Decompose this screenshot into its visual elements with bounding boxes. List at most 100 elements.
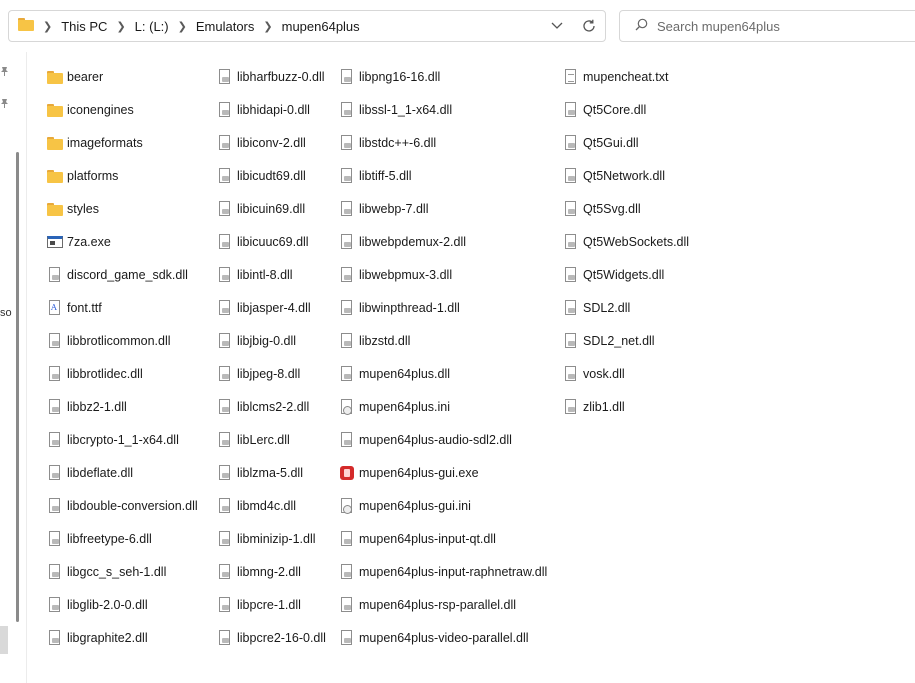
folder-item[interactable]: platforms — [47, 165, 118, 187]
file-name: libpng16-16.dll — [359, 70, 441, 84]
file-name: Qt5Network.dll — [583, 169, 665, 183]
exe-file-icon — [47, 234, 63, 250]
file-item[interactable]: liblzma-5.dll — [217, 462, 303, 484]
file-item[interactable]: libwebp-7.dll — [339, 198, 428, 220]
file-item[interactable]: libbrotlicommon.dll — [47, 330, 171, 352]
file-item[interactable]: libminizip-1.dll — [217, 528, 316, 550]
file-item[interactable]: libjasper-4.dll — [217, 297, 311, 319]
file-item[interactable]: libgcc_s_seh-1.dll — [47, 561, 166, 583]
file-item[interactable]: libpcre2-16-0.dll — [217, 627, 326, 649]
file-name: Qt5WebSockets.dll — [583, 235, 690, 249]
file-item[interactable]: libdouble-conversion.dll — [47, 495, 198, 517]
folder-item[interactable]: styles — [47, 198, 99, 220]
file-item[interactable]: libwebpmux-3.dll — [339, 264, 452, 286]
file-name: libwebpdemux-2.dll — [359, 235, 467, 249]
file-item[interactable]: mupen64plus-gui.ini — [339, 495, 471, 517]
folder-item[interactable]: iconengines — [47, 99, 134, 121]
file-name: mupencheat.txt — [583, 70, 669, 84]
file-item[interactable]: libmng-2.dll — [217, 561, 301, 583]
file-name: libjpeg-8.dll — [237, 367, 301, 381]
file-item[interactable]: libjbig-0.dll — [217, 330, 296, 352]
file-name: libharfbuzz-0.dll — [237, 70, 325, 84]
folder-icon — [47, 102, 63, 118]
dll-file-icon — [217, 102, 233, 118]
file-name: libicuuc69.dll — [237, 235, 309, 249]
file-item[interactable]: SDL2.dll — [563, 297, 630, 319]
file-name: libgraphite2.dll — [67, 631, 148, 645]
file-item[interactable]: vosk.dll — [563, 363, 625, 385]
dll-file-icon — [217, 201, 233, 217]
file-item[interactable]: libpng16-16.dll — [339, 66, 440, 88]
file-item[interactable]: SDL2_net.dll — [563, 330, 655, 352]
file-item[interactable]: mupencheat.txt — [563, 66, 668, 88]
dll-file-icon — [339, 234, 355, 250]
file-name: libzstd.dll — [359, 334, 411, 348]
file-item[interactable]: mupen64plus-video-parallel.dll — [339, 627, 529, 649]
file-item[interactable]: libcrypto-1_1-x64.dll — [47, 429, 179, 451]
dll-file-icon — [217, 300, 233, 316]
file-list: bearer iconengines imageformats platforms st… — [0, 0, 915, 683]
file-item[interactable]: libicuuc69.dll — [217, 231, 309, 253]
dll-file-icon — [339, 432, 355, 448]
file-item[interactable]: libzstd.dll — [339, 330, 410, 352]
file-name: libpcre2-16-0.dll — [237, 631, 326, 645]
file-name: discord_game_sdk.dll — [67, 268, 188, 282]
file-item[interactable]: libssl-1_1-x64.dll — [339, 99, 452, 121]
file-item[interactable]: Qt5Gui.dll — [563, 132, 639, 154]
file-item[interactable]: libicudt69.dll — [217, 165, 306, 187]
file-item[interactable]: mupen64plus.ini — [339, 396, 450, 418]
dll-file-icon — [339, 597, 355, 613]
folder-icon — [47, 168, 63, 184]
file-item[interactable]: 7za.exe — [47, 231, 111, 253]
file-item[interactable]: libiconv-2.dll — [217, 132, 306, 154]
file-item[interactable]: mupen64plus-rsp-parallel.dll — [339, 594, 516, 616]
file-name: libicudt69.dll — [237, 169, 306, 183]
file-item[interactable]: liblcms2-2.dll — [217, 396, 309, 418]
file-item[interactable]: libLerc.dll — [217, 429, 290, 451]
dll-file-icon — [47, 267, 63, 283]
file-name: mupen64plus-rsp-parallel.dll — [359, 598, 517, 612]
file-name: libcrypto-1_1-x64.dll — [67, 433, 179, 447]
file-name: libhidapi-0.dll — [237, 103, 310, 117]
file-name: libdeflate.dll — [67, 466, 134, 480]
dll-file-icon — [563, 366, 579, 382]
dll-file-icon — [217, 597, 233, 613]
file-item[interactable]: libwebpdemux-2.dll — [339, 231, 466, 253]
file-item[interactable]: libstdc++-6.dll — [339, 132, 436, 154]
file-item[interactable]: libtiff-5.dll — [339, 165, 412, 187]
file-item[interactable]: libdeflate.dll — [47, 462, 133, 484]
file-item[interactable]: libmd4c.dll — [217, 495, 296, 517]
file-name: liblcms2-2.dll — [237, 400, 310, 414]
file-item[interactable]: libjpeg-8.dll — [217, 363, 300, 385]
file-item[interactable]: libintl-8.dll — [217, 264, 293, 286]
file-item[interactable]: Qt5Widgets.dll — [563, 264, 664, 286]
folder-item[interactable]: imageformats — [47, 132, 143, 154]
file-item[interactable]: mupen64plus-audio-sdl2.dll — [339, 429, 512, 451]
file-item[interactable]: Qt5Core.dll — [563, 99, 646, 121]
file-item[interactable]: libgraphite2.dll — [47, 627, 148, 649]
file-item[interactable]: mupen64plus-input-qt.dll — [339, 528, 496, 550]
dll-file-icon — [339, 201, 355, 217]
file-item[interactable]: mupen64plus-input-raphnetraw.dll — [339, 561, 547, 583]
file-item[interactable]: libglib-2.0-0.dll — [47, 594, 148, 616]
file-item[interactable]: mupen64plus.dll — [339, 363, 450, 385]
file-item[interactable]: libwinpthread-1.dll — [339, 297, 460, 319]
folder-icon — [47, 69, 63, 85]
file-item[interactable]: Qt5WebSockets.dll — [563, 231, 689, 253]
file-item[interactable]: mupen64plus-gui.exe — [339, 462, 479, 484]
file-item[interactable]: libfreetype-6.dll — [47, 528, 152, 550]
file-item[interactable]: font.ttf — [47, 297, 102, 319]
file-item[interactable]: discord_game_sdk.dll — [47, 264, 188, 286]
file-item[interactable]: libhidapi-0.dll — [217, 99, 310, 121]
file-item[interactable]: zlib1.dll — [563, 396, 625, 418]
folder-item[interactable]: bearer — [47, 66, 103, 88]
dll-file-icon — [47, 399, 63, 415]
file-item[interactable]: libbz2-1.dll — [47, 396, 127, 418]
file-item[interactable]: Qt5Network.dll — [563, 165, 665, 187]
file-item[interactable]: libpcre-1.dll — [217, 594, 301, 616]
file-item[interactable]: Qt5Svg.dll — [563, 198, 641, 220]
file-item[interactable]: libicuin69.dll — [217, 198, 305, 220]
file-item[interactable]: libbrotlidec.dll — [47, 363, 143, 385]
file-name: SDL2.dll — [583, 301, 631, 315]
file-item[interactable]: libharfbuzz-0.dll — [217, 66, 325, 88]
